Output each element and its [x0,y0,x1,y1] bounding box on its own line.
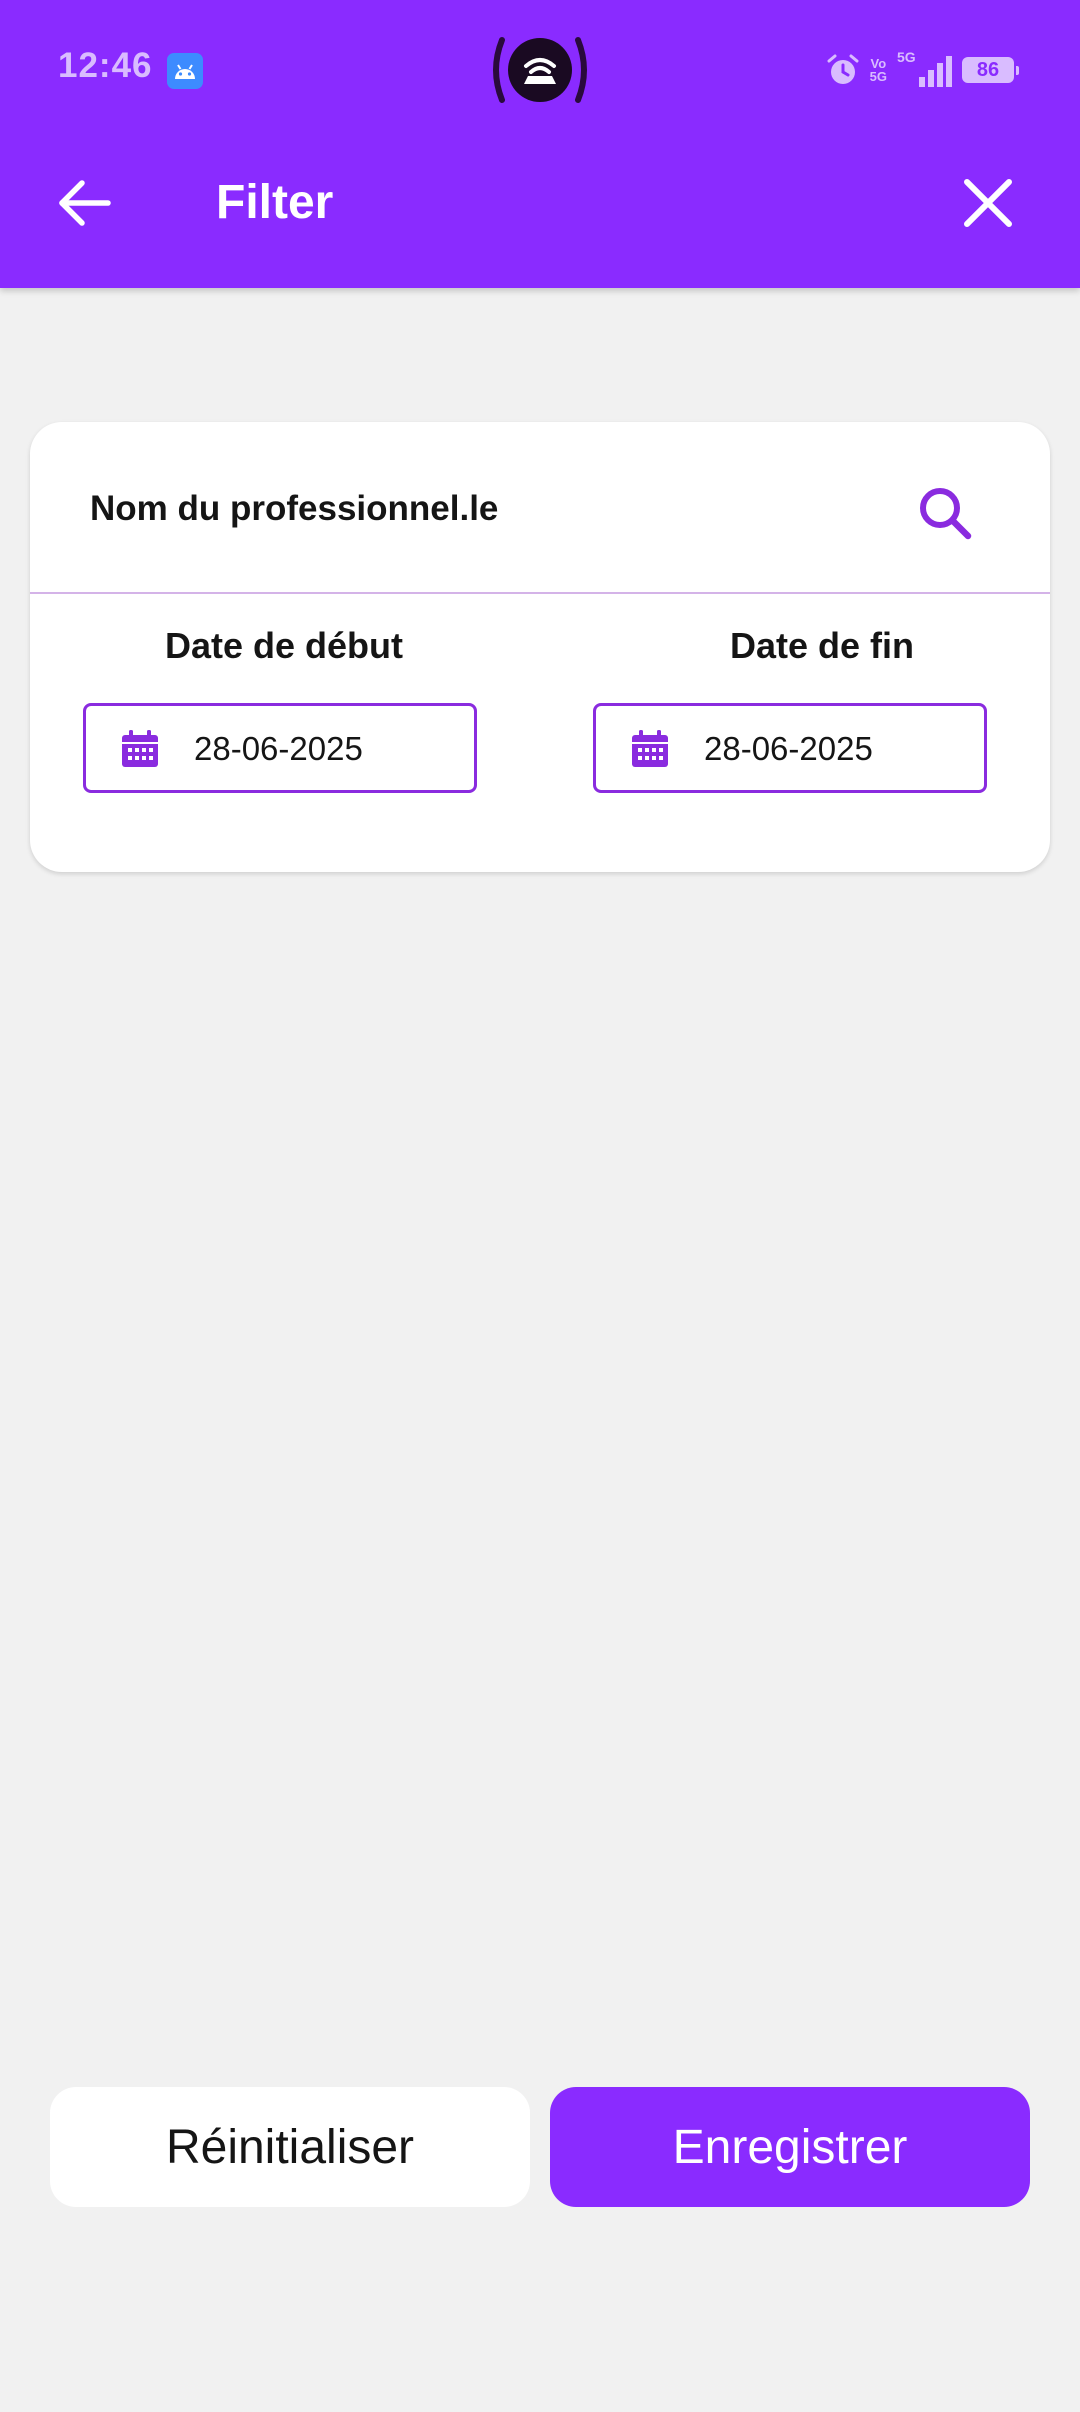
end-date-label: Date de fin [729,625,915,666]
arrow-left-icon [59,180,111,226]
search-icon[interactable] [916,484,974,542]
status-time: 12:46 [58,46,153,85]
android-notification-icon [167,53,203,89]
save-button[interactable]: Enregistrer [550,2087,1030,2207]
volte-label-bottom: 5G [869,69,887,84]
5g-signal-icon: 5G [897,49,952,87]
search-label: Nom du professionnel.le [90,489,499,528]
close-button[interactable] [955,170,1021,236]
filter-card: Nom du professionnel.le Date de début Da… [30,422,1050,872]
close-icon [964,179,1012,227]
page-title: Filter [216,176,334,229]
hotspot-icon [488,32,592,108]
back-button[interactable] [52,170,118,236]
network-label: 5G [897,49,916,65]
start-date-picker[interactable]: 28-06-2025 [83,703,477,793]
end-date-picker[interactable]: 28-06-2025 [593,703,987,793]
professional-search-field[interactable]: Nom du professionnel.le [30,422,1050,594]
alarm-icon [827,54,859,84]
battery-icon: 86 [962,57,1019,83]
calendar-icon [632,730,668,767]
calendar-icon [122,730,158,767]
app-bar: 12:46 Vo 5G 5G 86 Filter [0,0,1080,288]
reset-button[interactable]: Réinitialiser [50,2087,530,2207]
battery-level: 86 [976,58,1000,81]
volte-icon: Vo 5G [870,57,887,83]
start-date-label: Date de début [164,625,404,666]
end-date-value: 28-06-2025 [704,730,873,767]
start-date-value: 28-06-2025 [194,730,363,767]
status-icons: Vo 5G 5G 86 [826,48,1019,92]
